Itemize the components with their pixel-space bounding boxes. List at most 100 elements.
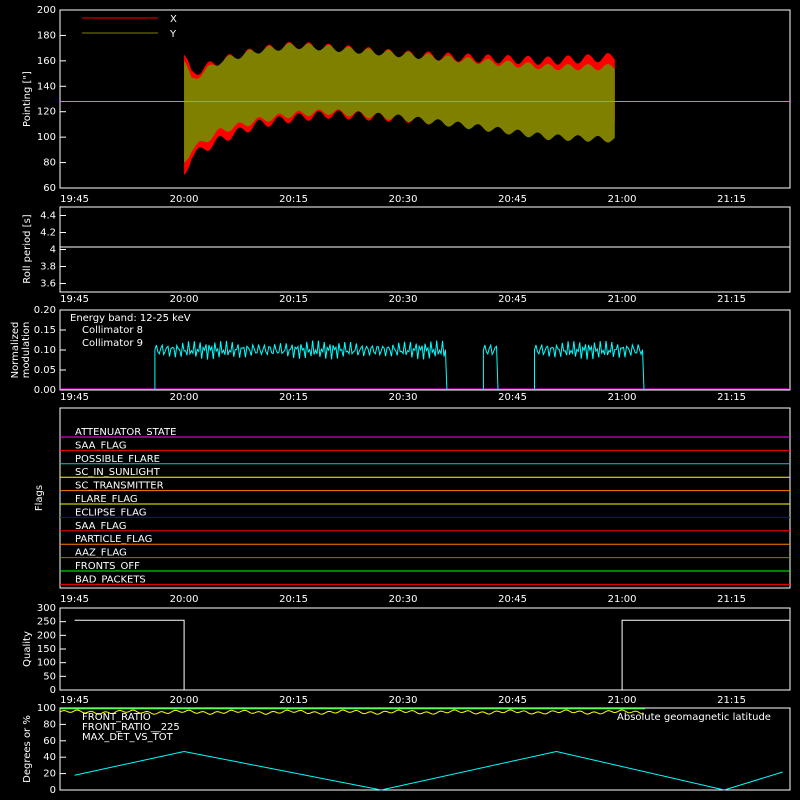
mod-ylabel-1: Normalized bbox=[10, 322, 21, 379]
legend-y-label: Y bbox=[169, 29, 177, 40]
quality-line bbox=[74, 619, 790, 691]
flags-ylabel: Flags bbox=[34, 485, 45, 511]
flag-label: SC_IN_SUNLIGHT bbox=[75, 467, 161, 478]
ytick-label: 0 bbox=[50, 785, 56, 796]
panel-pointing: Pointing ["] 60 80 100 120 140 160 180 200 19:4… bbox=[22, 5, 791, 205]
ytick-label: 3.6 bbox=[40, 279, 56, 290]
xtick-label: 20:15 bbox=[279, 392, 308, 403]
mod-yticks: 0.00 0.05 0.10 0.15 0.20 bbox=[34, 305, 66, 396]
xtick-label: 20:45 bbox=[498, 594, 527, 605]
xtick-label: 20:45 bbox=[498, 194, 527, 205]
flag-label: POSSIBLE_FLARE bbox=[75, 454, 160, 465]
ratios-legend-lat: Absolute geomagnetic latitude bbox=[617, 712, 771, 723]
xtick-label: 20:30 bbox=[389, 294, 418, 305]
quality-ylabel: Quality bbox=[22, 631, 33, 667]
ratios-yticks: 0 20 40 60 80 100 bbox=[37, 703, 66, 796]
xtick-label: 20:30 bbox=[389, 194, 418, 205]
ytick-label: 60 bbox=[43, 183, 56, 194]
flag-label: SAA_FLAG bbox=[75, 521, 126, 532]
ytick-label: 160 bbox=[37, 56, 56, 67]
xtick-label: 20:30 bbox=[389, 594, 418, 605]
flag-label: PARTICLE_FLAG bbox=[75, 534, 152, 545]
flag-label: ATTENUATOR_STATE bbox=[75, 427, 176, 438]
ytick-label: 0.15 bbox=[34, 325, 56, 336]
ytick-label: 150 bbox=[37, 644, 56, 655]
xtick-label: 20:45 bbox=[498, 294, 527, 305]
xtick-label: 21:00 bbox=[608, 294, 637, 305]
ytick-label: 4.4 bbox=[40, 211, 56, 222]
flag-label: SC_TRANSMITTER bbox=[75, 481, 164, 492]
xtick-label: 20:00 bbox=[170, 392, 199, 403]
ytick-label: 3.8 bbox=[40, 262, 56, 273]
xtick-label: 20:15 bbox=[279, 194, 308, 205]
panel-modulation: Normalized modulation 0.000.050.100.150.… bbox=[10, 305, 791, 403]
mod-plot bbox=[60, 340, 790, 391]
ytick-label: 100 bbox=[37, 658, 56, 669]
pointing-yticks: 60 80 100 120 140 160 180 200 bbox=[37, 5, 66, 194]
xtick-label: 20:00 bbox=[170, 594, 199, 605]
ytick-label: 100 bbox=[37, 132, 56, 143]
xtick-label: 21:00 bbox=[608, 392, 637, 403]
ratios-ylabel: Degrees or % bbox=[22, 715, 33, 783]
flags-xlabels: 19:45 20:00 20:15 20:30 20:45 21:00 21:15 bbox=[60, 594, 746, 605]
xtick-label: 21:15 bbox=[717, 194, 746, 205]
pointing-xlabels: 19:45 20:00 20:15 20:30 20:45 21:00 21:15 bbox=[60, 194, 746, 205]
flag-label: ECLIPSE_FLAG bbox=[75, 507, 146, 518]
xtick-label: 19:45 bbox=[60, 392, 89, 403]
xtick-label: 20:00 bbox=[170, 695, 199, 706]
mod-collimator8-trace bbox=[154, 340, 448, 391]
ytick-label: 50 bbox=[43, 671, 56, 682]
panel-flags: Flags ATTENUATOR_STATE SAA_FLAG POSSIBLE_F… bbox=[34, 407, 791, 605]
xtick-label: 20:15 bbox=[279, 294, 308, 305]
legend-x-label: X bbox=[170, 14, 177, 25]
xtick-label: 21:15 bbox=[717, 594, 746, 605]
ytick-label: 60 bbox=[43, 736, 56, 747]
ytick-label: 0.10 bbox=[34, 345, 56, 356]
xtick-label: 19:45 bbox=[60, 594, 89, 605]
ytick-label: 200 bbox=[37, 5, 56, 16]
xtick-label: 20:00 bbox=[170, 194, 199, 205]
ytick-label: 4 bbox=[50, 245, 56, 256]
ytick-label: 80 bbox=[43, 719, 56, 730]
panel-ratios: Degrees or % 020406080100 FRONT_RATIO FR… bbox=[22, 703, 791, 796]
ytick-label: 80 bbox=[43, 158, 56, 169]
roll-frame bbox=[59, 206, 791, 293]
mod-annotation: Energy band: 12-25 keV bbox=[70, 313, 191, 324]
ytick-label: 250 bbox=[37, 617, 56, 628]
ytick-label: 4.2 bbox=[40, 228, 56, 239]
panel-quality: Quality 0 50 100 150 200 250 300 19:45 20:00 20:… bbox=[22, 603, 791, 706]
xtick-label: 20:00 bbox=[170, 294, 199, 305]
xtick-label: 20:30 bbox=[389, 392, 418, 403]
ytick-label: 300 bbox=[37, 603, 56, 614]
roll-ylabel: Roll period [s] bbox=[22, 214, 33, 283]
flag-label: SAA_FLAG bbox=[75, 440, 126, 451]
ytick-label: 20 bbox=[43, 769, 56, 780]
ytick-label: 40 bbox=[43, 752, 56, 763]
xtick-label: 19:45 bbox=[60, 194, 89, 205]
ytick-label: 100 bbox=[37, 703, 56, 714]
quality-xlabels: 19:45 20:00 20:15 20:30 20:45 21:00 21:15 bbox=[60, 695, 746, 706]
ytick-label: 180 bbox=[37, 30, 56, 41]
mod-legend-c9: Collimator 9 bbox=[82, 338, 143, 349]
xtick-label: 20:15 bbox=[279, 594, 308, 605]
xtick-label: 21:15 bbox=[717, 294, 746, 305]
xtick-label: 20:45 bbox=[498, 392, 527, 403]
mod-collimator8-trace bbox=[534, 340, 645, 391]
pointing-plot bbox=[60, 41, 790, 176]
pointing-ylabel: Pointing ["] bbox=[22, 71, 33, 127]
mod-ylabel-2: modulation bbox=[21, 322, 32, 379]
mod-xlabels: 19:45 20:00 20:15 20:30 20:45 21:00 21:15 bbox=[60, 392, 746, 403]
mod-collimator8-trace bbox=[482, 343, 499, 391]
ytick-label: 0.00 bbox=[34, 385, 56, 396]
xtick-label: 20:15 bbox=[279, 695, 308, 706]
quality-yticks: 0 50 100 150 200 250 300 bbox=[37, 603, 66, 696]
flag-label: AAZ_FLAG bbox=[75, 548, 127, 559]
xtick-label: 21:15 bbox=[717, 695, 746, 706]
flag-label: FRONTS_OFF bbox=[75, 561, 140, 572]
flag-label: BAD_PACKETS bbox=[75, 574, 146, 585]
xtick-label: 19:45 bbox=[60, 695, 89, 706]
ratios-legend-maxdet: MAX_DET_VS_TOT bbox=[82, 732, 174, 743]
ytick-label: 0.05 bbox=[34, 365, 56, 376]
xtick-label: 20:30 bbox=[389, 695, 418, 706]
ytick-label: 140 bbox=[37, 81, 56, 92]
